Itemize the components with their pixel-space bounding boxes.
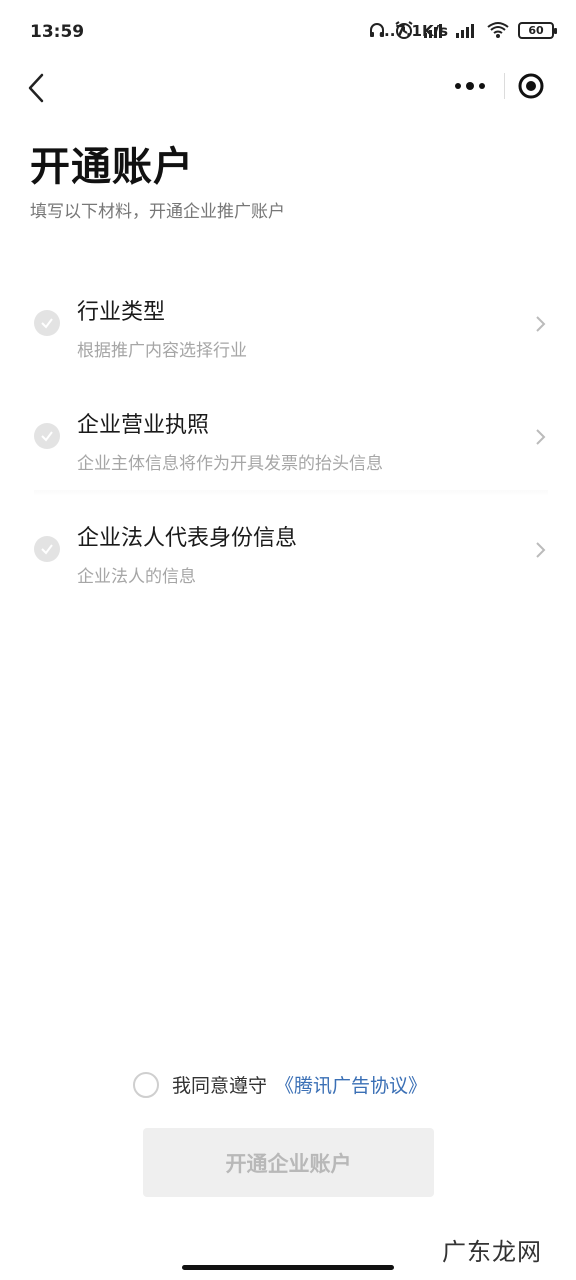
status-icons: 60 xyxy=(368,20,557,40)
agreement-row: 我同意遵守 《腾讯广告协议》 xyxy=(133,1071,427,1098)
status-bar: 13:59 ...7.1K/s 60 xyxy=(0,0,576,68)
home-indicator[interactable] xyxy=(182,1265,394,1270)
chevron-right-icon xyxy=(536,429,546,445)
steps-list: 行业类型 根据推广内容选择行业 企业营业执照 企业主体信息将作为开具发票的抬头信… xyxy=(0,280,576,619)
watermark: 广东龙网 xyxy=(442,1238,542,1266)
chevron-right-icon xyxy=(536,542,546,558)
more-dots-icon-center xyxy=(466,82,474,90)
alarm-icon xyxy=(395,21,413,39)
more-button[interactable] xyxy=(436,64,504,108)
target-circle-icon xyxy=(518,73,543,99)
agreement-text: 我同意遵守 xyxy=(172,1075,268,1097)
step-description: 企业法人的信息 xyxy=(77,567,196,587)
check-circle-icon xyxy=(34,310,60,336)
battery-icon: 60 xyxy=(518,21,557,39)
page-subtitle: 填写以下材料，开通企业推广账户 xyxy=(30,202,285,222)
back-button[interactable] xyxy=(22,70,54,106)
open-account-button[interactable]: 开通企业账户 xyxy=(143,1128,434,1197)
close-button[interactable] xyxy=(505,64,556,108)
check-circle-icon xyxy=(34,423,60,449)
more-dots-icon-right xyxy=(479,83,485,89)
step-title: 企业营业执照 xyxy=(77,413,210,438)
step-description: 根据推广内容选择行业 xyxy=(77,341,247,361)
signal-icon xyxy=(456,24,474,38)
step-title: 企业法人代表身份信息 xyxy=(77,526,298,551)
wifi-icon xyxy=(487,22,509,38)
check-circle-icon xyxy=(34,536,60,562)
chevron-left-icon xyxy=(28,73,44,103)
battery-level: 60 xyxy=(528,23,544,37)
chevron-right-icon xyxy=(536,316,546,332)
agreement-link[interactable]: 《腾讯广告协议》 xyxy=(275,1071,427,1098)
agreement-checkbox[interactable] xyxy=(133,1071,159,1098)
divider xyxy=(34,490,548,496)
step-industry-type[interactable]: 行业类型 根据推广内容选择行业 xyxy=(0,280,576,393)
status-time: 13:59 xyxy=(30,22,85,42)
step-legal-representative[interactable]: 企业法人代表身份信息 企业法人的信息 xyxy=(0,506,576,619)
signal-hd-icon xyxy=(424,24,442,38)
step-title: 行业类型 xyxy=(77,300,166,325)
mini-program-capsule xyxy=(436,64,556,108)
headphones-icon xyxy=(370,23,384,37)
more-dots-icon xyxy=(455,83,461,89)
step-description: 企业主体信息将作为开具发票的抬头信息 xyxy=(77,454,383,474)
page-title: 开通账户 xyxy=(30,144,194,190)
